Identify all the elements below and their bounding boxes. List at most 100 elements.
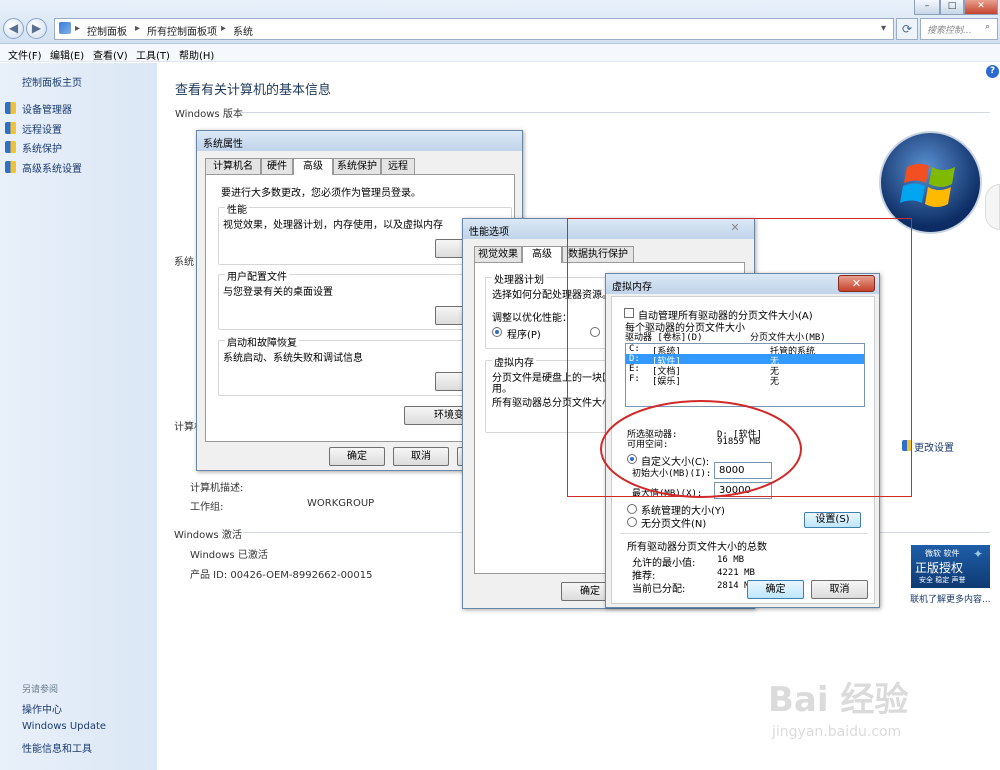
- cancel-button[interactable]: 取消: [393, 447, 449, 466]
- divider: [238, 112, 990, 113]
- close-button[interactable]: ✕: [964, 0, 998, 15]
- tab-strip: 计算机名 硬件 高级 系统保护 远程: [205, 158, 515, 175]
- windows-edition-header: Windows 版本: [175, 109, 243, 120]
- tab-hardware[interactable]: 硬件: [261, 158, 293, 174]
- windows-flag-icon: [900, 163, 955, 207]
- dialog-titlebar: 性能选项 ✕: [463, 219, 754, 239]
- left-pane: 控制面板主页 设备管理器 远程设置 系统保护 高级系统设置 另请参阅 操作中心 …: [0, 63, 157, 770]
- performance-label: 性能: [225, 201, 249, 216]
- user-profiles-desc: 与您登录有关的桌面设置: [223, 287, 333, 298]
- star-icon: ✦: [973, 547, 984, 561]
- programs-radio[interactable]: [492, 327, 502, 337]
- watermark-url: jingyan.baidu.com: [772, 724, 902, 740]
- menu-view[interactable]: 查看(V): [93, 47, 128, 62]
- dialog-title: 虚拟内存: [612, 282, 652, 293]
- forward-button[interactable]: ▶: [26, 18, 47, 39]
- menu-bar: 文件(F) 编辑(E) 查看(V) 工具(T) 帮助(H): [0, 44, 1000, 62]
- change-settings-link[interactable]: 更改设置: [914, 439, 954, 454]
- startup-recovery-label: 启动和故障恢复: [225, 334, 299, 349]
- windows-update-link[interactable]: Windows Update: [22, 721, 106, 732]
- remote-settings-link[interactable]: 远程设置: [22, 121, 62, 136]
- learn-more-link[interactable]: 联机了解更多内容...: [910, 592, 991, 605]
- activation-header: Windows 激活: [174, 530, 242, 541]
- watermark: Bai 经验 jingyan.baidu.com: [768, 668, 948, 748]
- address-bar[interactable]: ▸ 控制面板 ▸ 所有控制面板项 ▸ 系统 ▾: [54, 18, 894, 40]
- dialog-body: 自动管理所有驱动器的分页文件大小(A) 每个驱动器的分页文件大小 驱动器 [卷标…: [611, 296, 875, 604]
- tab-computer-name[interactable]: 计算机名: [205, 158, 261, 174]
- drive-row[interactable]: E: [文档] 无: [626, 364, 864, 377]
- menu-tools[interactable]: 工具(T): [136, 47, 170, 62]
- breadcrumb-control-panel[interactable]: 控制面板: [87, 23, 127, 38]
- workgroup-value: WORKGROUP: [307, 498, 375, 509]
- set-button[interactable]: 设置(S): [804, 512, 861, 528]
- tab-dep[interactable]: 数据执行保护: [562, 246, 634, 262]
- recommended-value: 4221 MB: [717, 568, 755, 578]
- menu-edit[interactable]: 编辑(E): [50, 47, 84, 62]
- menu-file[interactable]: 文件(F): [8, 47, 42, 62]
- drive-letter: E:: [629, 364, 640, 374]
- initial-size-label: 初始大小(MB)(I):: [632, 469, 712, 479]
- back-button[interactable]: ◀: [3, 18, 24, 39]
- system-managed-radio[interactable]: [627, 504, 637, 514]
- minimize-button[interactable]: –: [914, 0, 940, 15]
- drive-row-selected[interactable]: D: [软件] 无: [626, 354, 864, 367]
- custom-size-radio[interactable]: [627, 454, 637, 464]
- drive-row[interactable]: C: [系统] 托管的系统: [626, 344, 864, 357]
- windows-logo-icon: [879, 131, 982, 234]
- see-also-header: 另请参阅: [22, 685, 59, 695]
- free-space-label: 可用空间:: [627, 440, 669, 450]
- drive-column-header: 驱动器 [卷标](D): [625, 333, 703, 343]
- ok-button[interactable]: 确定: [329, 447, 385, 466]
- ok-button[interactable]: 确定: [747, 580, 804, 599]
- virtual-memory-desc-2: 用。: [492, 384, 512, 395]
- auto-manage-checkbox[interactable]: [624, 308, 634, 318]
- breadcrumb-system[interactable]: 系统: [233, 23, 253, 38]
- drive-size: 无: [770, 377, 780, 387]
- address-dropdown-icon[interactable]: ▾: [881, 23, 886, 34]
- shield-icon: [5, 141, 16, 153]
- drive-row[interactable]: F: [娱乐] 无: [626, 374, 864, 387]
- action-center-link[interactable]: 操作中心: [22, 701, 62, 716]
- search-icon: ⌕: [985, 22, 991, 32]
- drive-list[interactable]: C: [系统] 托管的系统 D: [软件] 无 E: [文档] 无 F: [娱乐…: [625, 343, 865, 407]
- size-column-header: 分页文件大小(MB): [750, 333, 826, 343]
- breadcrumb-arrow-icon: ▸: [75, 23, 81, 34]
- tab-remote[interactable]: 远程: [381, 158, 415, 174]
- initial-size-input[interactable]: 8000: [714, 462, 772, 479]
- activation-status: Windows 已激活: [190, 550, 268, 561]
- performance-info-link[interactable]: 性能信息和工具: [22, 740, 92, 755]
- tab-system-protection[interactable]: 系统保护: [333, 158, 381, 174]
- search-input[interactable]: 搜索控制... ⌕: [920, 18, 998, 40]
- total-header: 所有驱动器分页文件大小的总数: [627, 542, 767, 553]
- max-size-input[interactable]: 30000: [714, 482, 772, 499]
- breadcrumb-arrow-icon: ▸: [135, 23, 141, 34]
- tab-visual-effects[interactable]: 视觉效果: [474, 246, 522, 262]
- breadcrumb-arrow-icon: ▸: [221, 23, 227, 34]
- system-protection-link[interactable]: 系统保护: [22, 140, 62, 155]
- no-paging-file-radio[interactable]: [627, 517, 637, 527]
- adjust-label: 调整以优化性能：: [492, 313, 572, 324]
- advanced-system-settings-link[interactable]: 高级系统设置: [22, 160, 82, 175]
- computer-description-label: 计算机描述:: [190, 483, 244, 494]
- close-icon[interactable]: ✕: [721, 220, 749, 237]
- genuine-badge: 微软 软件 正版授权 安全 稳定 声誉 ✦: [911, 545, 990, 588]
- maximize-button[interactable]: □: [940, 0, 964, 15]
- max-size-label: 最大值(MB)(X):: [632, 489, 703, 499]
- tab-advanced[interactable]: 高级: [293, 158, 333, 175]
- drive-letter: D:: [629, 354, 640, 364]
- virtual-memory-dialog: 虚拟内存 ✕ 自动管理所有驱动器的分页文件大小(A) 每个驱动器的分页文件大小 …: [605, 273, 880, 608]
- tab-advanced[interactable]: 高级: [522, 246, 562, 263]
- breadcrumb-all-items[interactable]: 所有控制面板项: [147, 23, 217, 38]
- device-manager-link[interactable]: 设备管理器: [22, 101, 72, 116]
- background-services-radio[interactable]: [590, 327, 600, 337]
- refresh-icon[interactable]: ⟳: [896, 18, 918, 40]
- control-panel-home-link[interactable]: 控制面板主页: [22, 74, 82, 89]
- product-id: 产品 ID: 00426-OEM-8992662-00015: [190, 570, 373, 581]
- shield-icon: [5, 122, 16, 134]
- help-icon[interactable]: ?: [986, 65, 999, 78]
- shield-icon: [902, 440, 912, 451]
- genuine-line2: 正版授权: [915, 561, 964, 575]
- cancel-button[interactable]: 取消: [811, 580, 868, 599]
- menu-help[interactable]: 帮助(H): [179, 47, 214, 62]
- close-icon[interactable]: ✕: [838, 275, 875, 292]
